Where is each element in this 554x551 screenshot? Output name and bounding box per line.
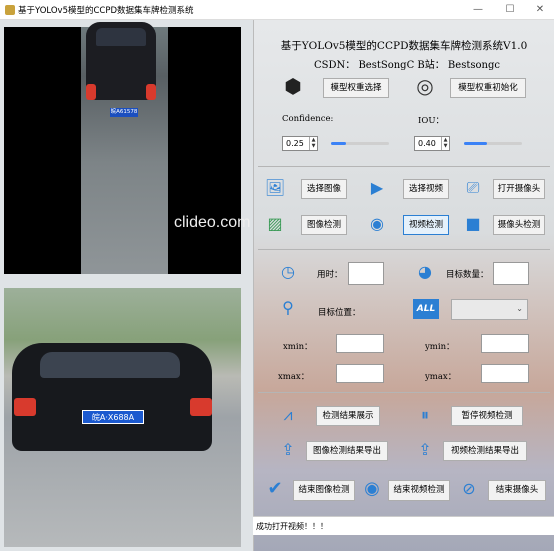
ymin-field[interactable] [481,334,529,353]
pause-video-button[interactable]: 暂停视频检测 [451,406,523,426]
select-weight-button[interactable]: 模型权重选择 [323,78,389,98]
image-icon: 🖼 [264,178,286,197]
target-count-label: 目标数量： [446,270,489,280]
window-title: 基于YOLOv5模型的CCPD数据集车牌检测系统 [18,6,194,16]
cube-icon: ⬢ [284,74,302,98]
upload-video-icon: ⇪ [418,440,432,459]
check-circle-icon: ✔ [267,478,283,499]
target-select-dropdown[interactable]: ⌄ [451,299,528,320]
image-detect-button[interactable]: 图像检测 [301,215,347,235]
pause-icon: ⏸ [420,405,429,424]
camera-detect-button[interactable]: 摄像头检测 [493,215,545,235]
confidence-slider-fill [331,142,346,145]
control-panel [253,20,554,551]
license-plate-image: 皖A·X688A [82,410,144,424]
stop-circle-icon: ◉ [364,478,380,499]
iou-label: IOU： [418,116,444,126]
xmin-label: xmin： [283,342,313,352]
section-divider [258,392,550,393]
video-detect-button[interactable]: 视频检测 [403,215,449,235]
xmax-field[interactable] [336,364,384,383]
status-message: 成功打开视频！！！ [256,522,328,531]
confidence-slider[interactable] [331,142,389,145]
car-window-image [40,352,180,378]
xmax-label: xmax： [278,372,310,382]
tail-light-left [86,84,96,100]
time-label: 用时： [317,270,343,280]
all-icon: ALL [413,299,439,319]
iou-stepper-arrows[interactable]: ▲ ▼ [441,137,449,150]
video-camera-icon: ■ [465,214,481,233]
car-window-video [96,28,146,46]
author-credits: CSDN： BestSongC B站： Bestsongc [314,60,500,71]
license-plate-video: 皖A61578 [110,108,138,117]
confidence-spinbox[interactable]: 0.25 ▲ ▼ [282,136,318,151]
iou-slider-fill [464,142,488,145]
camera-off-icon: ⊘ [462,479,476,498]
app-icon [5,5,15,15]
init-icon: ◎ [416,74,434,98]
webcam-icon: ◉ [370,214,384,233]
picture-icon: ▨ [267,214,283,233]
end-video-detect-button[interactable]: 结束视频检测 [388,480,450,501]
confidence-stepper-arrows[interactable]: ▲ ▼ [309,137,317,150]
section-divider [258,249,550,250]
end-image-detect-button[interactable]: 结束图像检测 [293,480,355,501]
clock-icon: ◷ [281,262,295,281]
video-icon: ▶ [370,178,384,197]
xmin-field[interactable] [336,334,384,353]
target-count-field[interactable] [493,262,529,285]
init-weight-button[interactable]: 模型权重初始化 [450,78,526,98]
confidence-value: 0.25 [286,139,304,148]
ymax-label: ymax： [425,372,457,382]
ymax-field[interactable] [481,364,529,383]
tail-light-left-image [14,398,36,416]
minimize-button[interactable]: — [464,2,492,18]
iou-value: 0.40 [418,139,436,148]
iou-slider[interactable] [464,142,522,145]
iou-spinbox[interactable]: 0.40 ▲ ▼ [414,136,450,151]
tail-light-right [146,84,156,100]
site-watermark: @稀土掘金技术社区 [433,525,515,535]
location-pin-icon: ⚲ [282,298,294,317]
chevron-down-icon: ⌄ [516,304,523,313]
camera-icon: ⎚ [466,178,480,197]
tail-light-right-image [190,398,212,416]
maximize-button[interactable]: ☐ [496,2,524,18]
open-camera-button[interactable]: 打开摄像头 [493,179,545,199]
pie-chart-icon: ◕ [418,262,432,281]
confidence-label: Confidence: [282,114,334,124]
select-image-button[interactable]: 选择图像 [301,179,347,199]
export-image-button[interactable]: 图像检测结果导出 [306,441,388,461]
video-watermark: clideo.com [174,214,251,231]
line-chart-icon: ⩘ [283,405,293,424]
export-video-button[interactable]: 视频检测结果导出 [443,441,527,461]
end-camera-button[interactable]: 结束摄像头 [488,480,546,501]
target-position-label: 目标位置： [318,308,361,318]
time-field[interactable] [348,262,384,285]
select-video-button[interactable]: 选择视频 [403,179,449,199]
ymin-label: ymin： [425,342,455,352]
app-title: 基于YOLOv5模型的CCPD数据集车牌检测系统V1.0 [280,40,528,52]
upload-icon: ⇪ [281,440,295,459]
show-results-button[interactable]: 检测结果展示 [316,406,380,426]
close-button[interactable]: ✕ [526,2,554,18]
section-divider [258,166,550,167]
